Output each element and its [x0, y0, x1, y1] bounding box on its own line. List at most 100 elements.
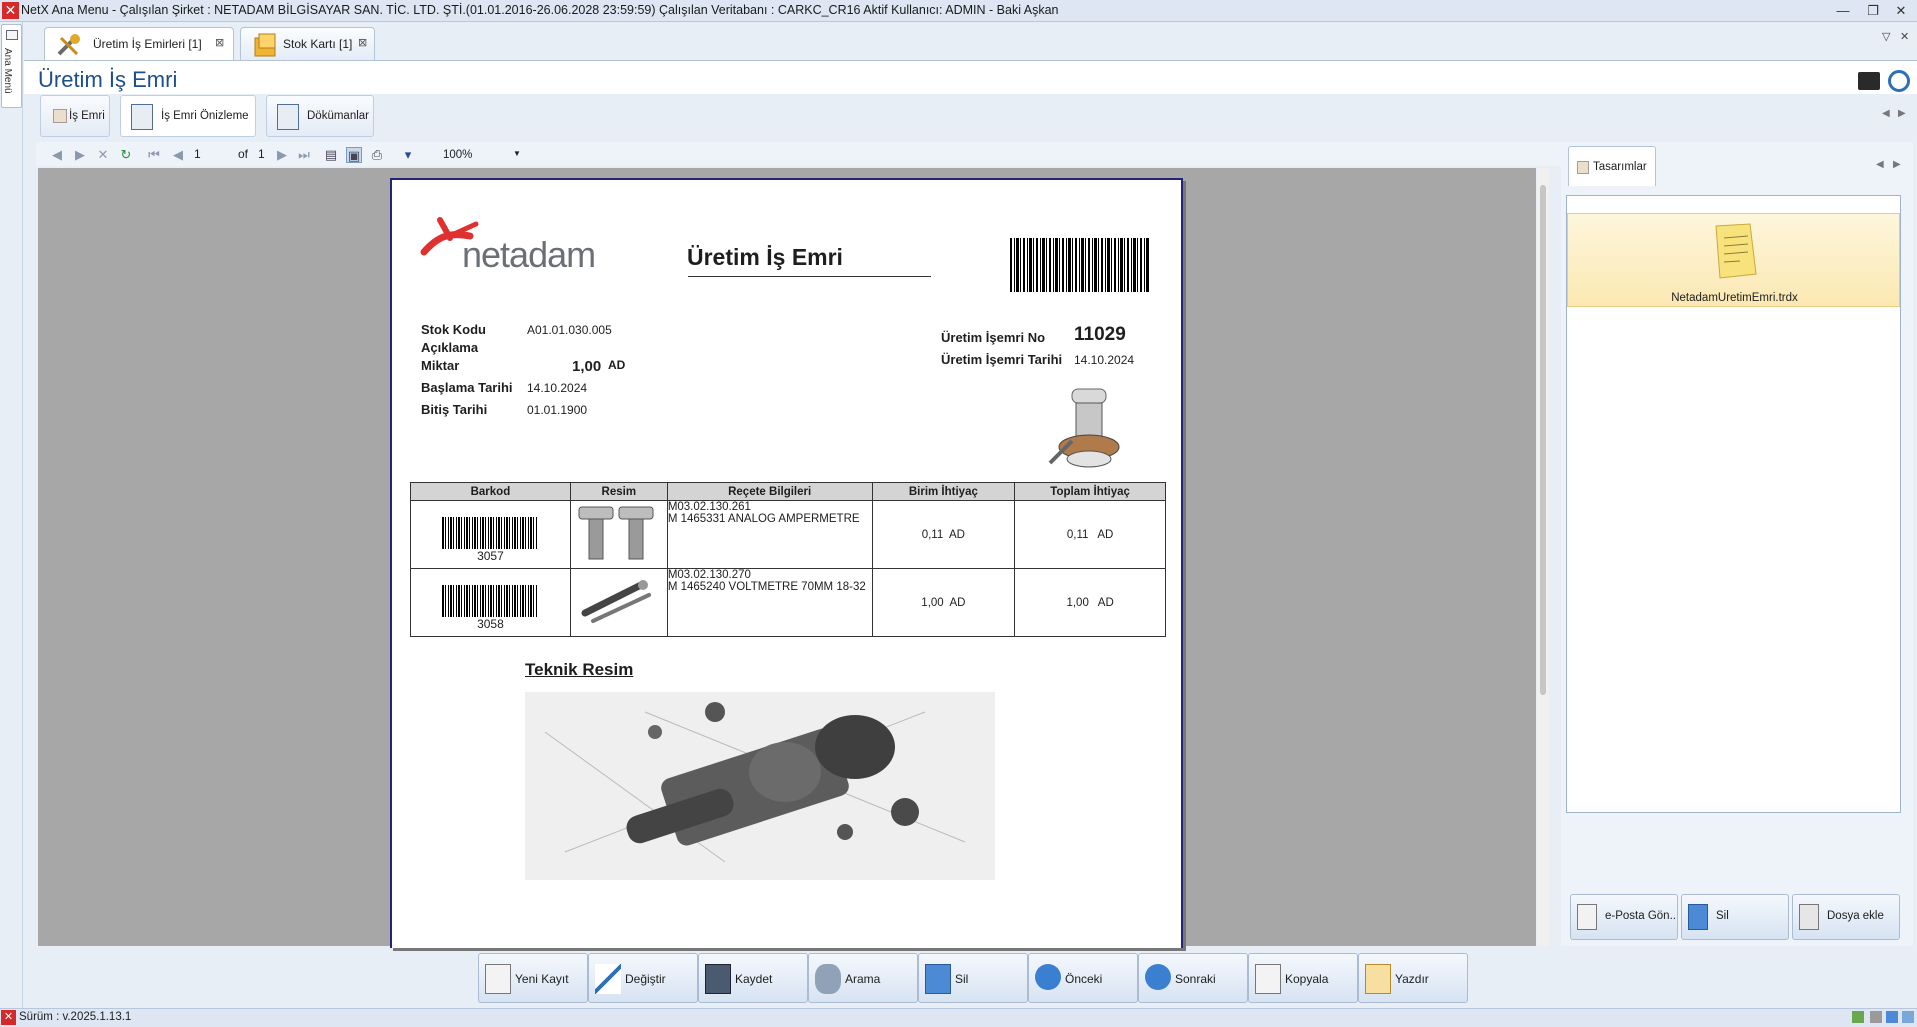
print-preview-icon: [1365, 964, 1391, 994]
scroll-right-icon[interactable]: ▶: [1898, 108, 1906, 119]
last-page-icon[interactable]: ⏭: [296, 147, 312, 163]
col-header: Resim: [569, 482, 668, 501]
button-label: Sil: [955, 972, 969, 986]
copy-icon: [1255, 964, 1281, 994]
toggle-doc-map-icon[interactable]: ▤: [323, 147, 339, 163]
back-icon[interactable]: ◀: [49, 147, 65, 163]
design-icon: [1577, 161, 1589, 174]
tray-icon[interactable]: [1870, 1011, 1882, 1023]
panel-scroll-left-icon[interactable]: ◀: [1876, 159, 1884, 170]
button-label: Kaydet: [735, 972, 773, 986]
restore-button[interactable]: ❐: [1862, 1, 1884, 21]
email-send-button[interactable]: e-Posta Gön..: [1570, 894, 1678, 940]
next-page-icon[interactable]: ▶: [274, 147, 290, 163]
tray-icon[interactable]: [1852, 1011, 1864, 1023]
new-record-button[interactable]: Yeni Kayıt: [478, 953, 588, 1003]
table-row: 3058 M03.02.130.270 M 1465240 VOLTMETRE 7…: [410, 568, 1166, 637]
export-icon[interactable]: ▾: [400, 147, 416, 163]
trash-icon: [925, 964, 951, 994]
side-menu-label: Ana Menü: [2, 48, 13, 94]
page-count: 1: [258, 147, 265, 161]
prev-page-icon[interactable]: ◀: [170, 147, 186, 163]
search-button[interactable]: Arama: [808, 953, 918, 1003]
minimize-button[interactable]: —: [1832, 1, 1854, 21]
subtab-is-emri[interactable]: İş Emri: [40, 95, 110, 137]
subtab-dokumanlar[interactable]: Dökümanlar: [266, 95, 374, 137]
col-header: Birim İhtiyaç: [871, 482, 1016, 501]
title-underline: [688, 276, 931, 277]
refresh-report-icon[interactable]: ↻: [118, 147, 134, 163]
edit-button[interactable]: Değiştir: [588, 953, 698, 1003]
recipe-cell: M03.02.130.270 M 1465240 VOLTMETRE 70MM 1…: [666, 568, 873, 637]
row-barcode: [442, 585, 539, 617]
button-label: Önceki: [1065, 972, 1103, 986]
next-button[interactable]: Sonraki: [1138, 953, 1248, 1003]
field-value: A01.01.030.005: [527, 323, 612, 337]
viewer-toolbar: [36, 142, 1568, 166]
field-label: Başlama Tarihi: [421, 380, 513, 395]
logo-text: netadam: [462, 234, 596, 275]
print-layout-icon[interactable]: ▣: [346, 147, 362, 163]
subtab-is-emri-onizleme[interactable]: İş Emri Önizleme: [120, 95, 256, 137]
first-page-icon[interactable]: ⏮: [146, 147, 162, 163]
col-header: Reçete Bilgileri: [666, 482, 873, 501]
menu-icon: [6, 30, 18, 40]
zoom-select[interactable]: 100% ▼: [438, 145, 524, 164]
barcode-cell: 3058: [410, 568, 571, 637]
part-image: [578, 506, 654, 560]
scroll-left-icon[interactable]: ◀: [1882, 108, 1890, 119]
delete-button[interactable]: Sil: [918, 953, 1028, 1003]
field-label: Bitiş Tarihi: [421, 402, 488, 417]
tab-dropdown-icon[interactable]: ▽: [1882, 30, 1890, 43]
total-need-value: 1,00: [1066, 596, 1089, 609]
page-number-input[interactable]: 1: [194, 147, 201, 161]
total-need-cell: 0,11 AD: [1014, 500, 1166, 569]
button-label: Yeni Kayıt: [515, 972, 569, 986]
app-close-icon[interactable]: ✕: [2, 2, 19, 19]
button-label: Arama: [845, 972, 881, 986]
window-title: NetX Ana Menu - Çalışılan Şirket : NETAD…: [21, 3, 1059, 17]
stock-card-icon: [254, 33, 276, 57]
next-icon: [1145, 964, 1171, 990]
tab-tasarimlar[interactable]: Tasarımlar: [1568, 146, 1656, 186]
tab-label: Stok Kartı [1]: [283, 37, 353, 51]
tab-uretim-is-emirleri[interactable]: Üretim İş Emirleri [1] ⊠: [44, 27, 234, 60]
save-button[interactable]: Kaydet: [698, 953, 808, 1003]
print-button[interactable]: Yazdır: [1358, 953, 1468, 1003]
tray-icon[interactable]: [1886, 1011, 1898, 1023]
clapper-icon[interactable]: [1858, 72, 1880, 90]
copy-button[interactable]: Kopyala: [1248, 953, 1358, 1003]
delete-design-button[interactable]: Sil: [1681, 894, 1789, 940]
status-bar: [0, 1008, 1917, 1027]
previous-button[interactable]: Önceki: [1028, 953, 1138, 1003]
order-no-label: Üretim İşemri No: [941, 330, 1046, 345]
add-file-button[interactable]: Dosya ekle: [1792, 894, 1900, 940]
scrollbar-thumb[interactable]: [1540, 185, 1546, 695]
panel-scroll-right-icon[interactable]: ▶: [1893, 159, 1901, 170]
print-icon[interactable]: ⎙: [369, 147, 385, 163]
design-file-item[interactable]: NetadamUretimEmri.trdx: [1567, 213, 1900, 307]
subtab-label: İş Emri Önizleme: [161, 110, 249, 122]
unit-need-cell: 0,11 AD: [871, 500, 1016, 569]
tab-close-all-icon[interactable]: ✕: [1900, 30, 1909, 43]
refresh-icon[interactable]: [1888, 70, 1910, 92]
stop-icon[interactable]: ✕: [95, 147, 111, 163]
page-header: [24, 60, 1917, 96]
button-label: e-Posta Gön..: [1605, 910, 1676, 922]
tab-close-icon[interactable]: ⊠: [358, 36, 367, 49]
button-label: Değiştir: [625, 972, 666, 986]
tab-stok-karti[interactable]: Stok Kartı [1] ⊠: [240, 27, 375, 60]
barcode-number: 3057: [477, 549, 504, 563]
forward-icon[interactable]: ▶: [72, 147, 88, 163]
unit-need-cell: 1,00 AD: [871, 568, 1016, 637]
page-title: Üretim İş Emri: [38, 67, 178, 92]
attach-file-icon: [1799, 904, 1819, 930]
close-button[interactable]: ✕: [1890, 1, 1912, 21]
tray-icon[interactable]: [1902, 1011, 1914, 1023]
barcode-number: 3058: [477, 617, 504, 631]
tab-close-icon[interactable]: ⊠: [215, 36, 224, 49]
subtab-label: Dökümanlar: [307, 110, 369, 122]
status-close-icon[interactable]: ✕: [1, 1010, 16, 1025]
recipe-code: M03.02.130.270: [667, 569, 751, 581]
field-value: 1,00: [572, 358, 602, 375]
